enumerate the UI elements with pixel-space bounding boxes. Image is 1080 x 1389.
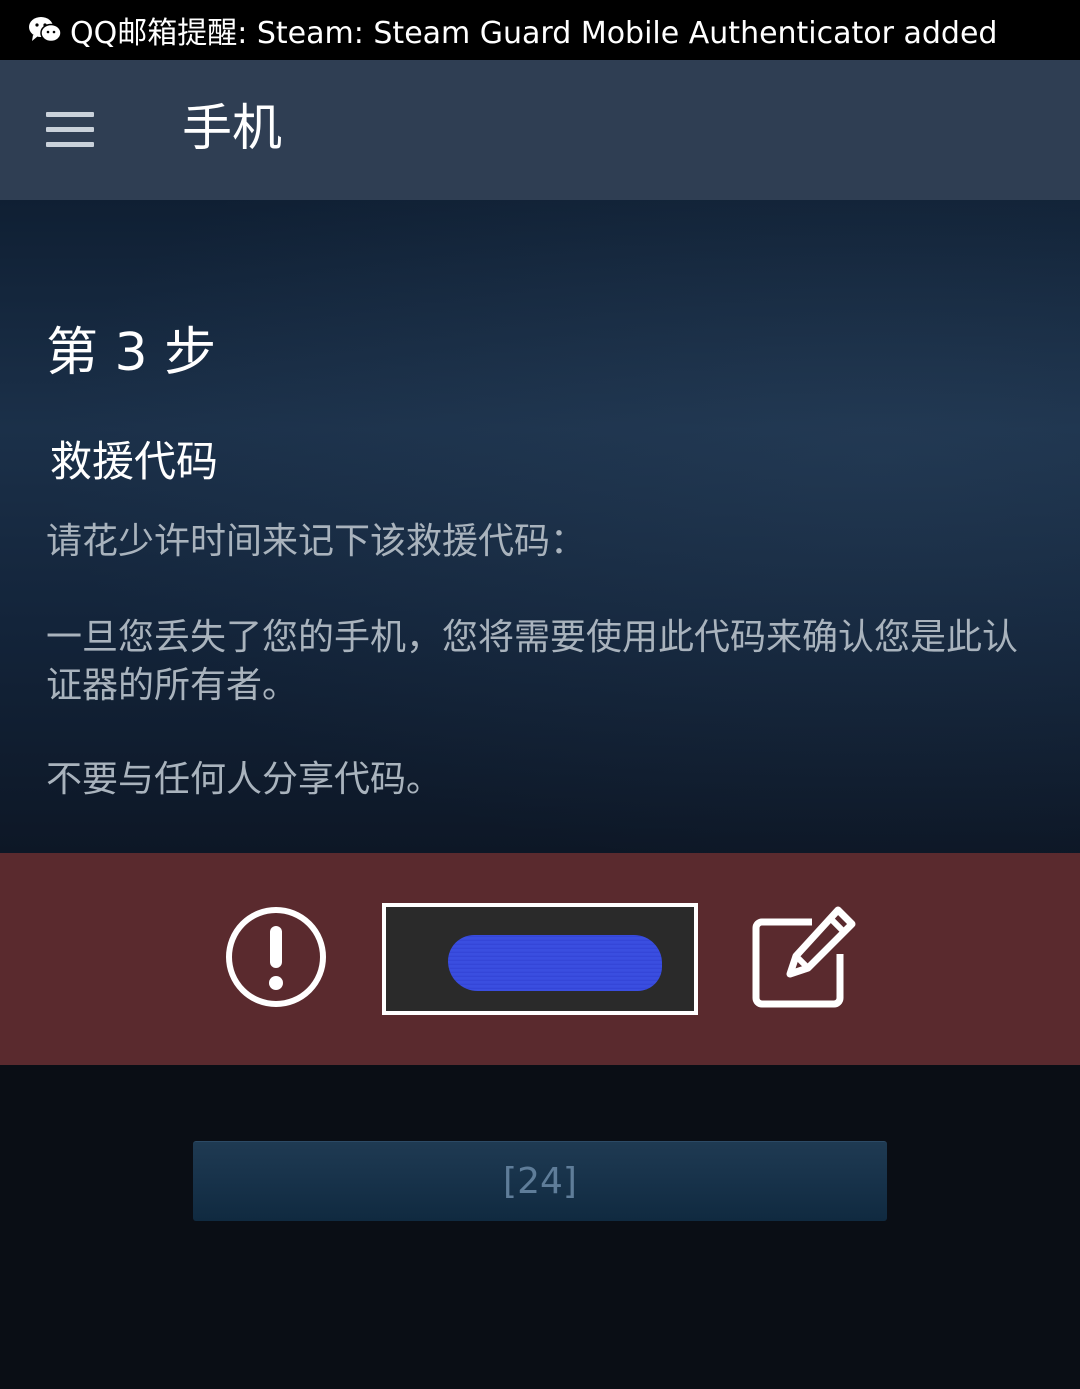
countdown-label: [24] xyxy=(503,1161,577,1202)
app-bar: 手机 xyxy=(0,60,1080,200)
notification-text: QQ邮箱提醒: Steam: Steam Guard Mobile Authen… xyxy=(70,16,998,51)
notification-bar[interactable]: QQ邮箱提醒: Steam: Steam Guard Mobile Authen… xyxy=(0,0,1080,60)
recovery-code-box xyxy=(382,903,698,1015)
exclamation-circle-icon xyxy=(226,907,326,1007)
page-title: 手机 xyxy=(182,99,282,157)
hamburger-menu-icon[interactable] xyxy=(46,112,94,148)
wechat-icon xyxy=(29,17,62,43)
steam-mobile-screen: QQ邮箱提醒: Steam: Steam Guard Mobile Authen… xyxy=(0,0,1080,1389)
countdown-button[interactable]: [24] xyxy=(193,1141,887,1221)
warning-text: 不要与任何人分享代码。 xyxy=(46,759,443,800)
bottom-area xyxy=(0,1065,1080,1389)
explanation-text: 一旦您丢失了您的手机，您将需要使用此代码来确认您是此认证器的所有者。 xyxy=(46,617,1019,706)
edit-pencil-icon[interactable] xyxy=(752,904,858,1008)
instruction-text: 请花少许时间来记下该救援代码： xyxy=(46,521,587,562)
section-heading: 救援代码 xyxy=(50,437,219,486)
step-content: 第 3 步 救援代码 请花少许时间来记下该救援代码： 一旦您丢失了您的手机，您将… xyxy=(0,200,1080,853)
recovery-code xyxy=(386,907,694,1011)
step-heading: 第 3 步 xyxy=(46,323,217,383)
